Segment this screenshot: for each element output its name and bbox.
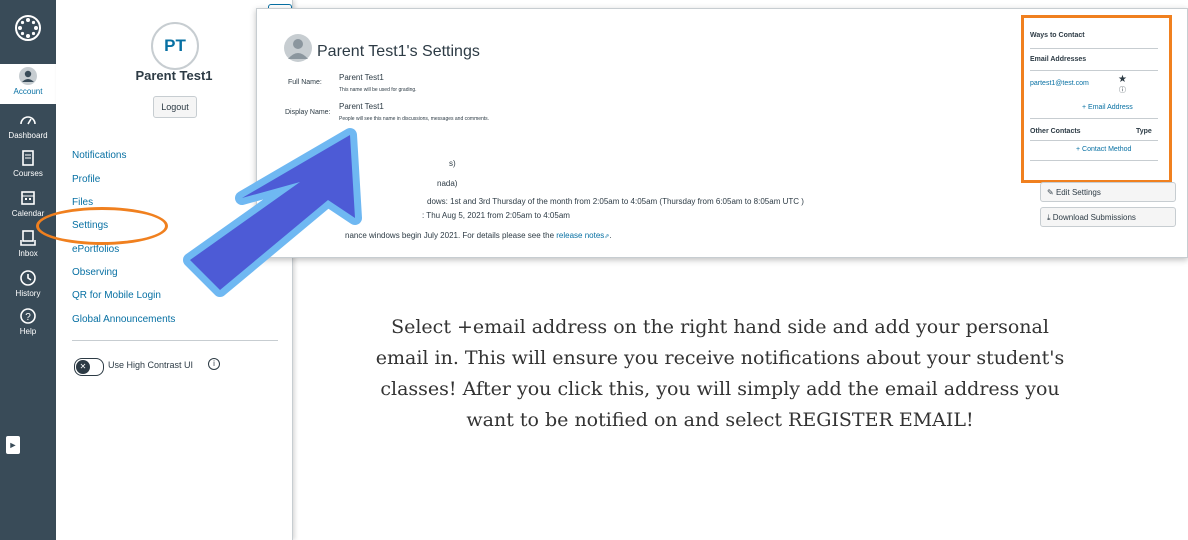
divider xyxy=(1030,160,1158,161)
info-circle-icon: ⓘ xyxy=(1119,87,1126,94)
edit-settings-button[interactable]: ✎ Edit Settings xyxy=(1040,182,1176,202)
divider xyxy=(1030,70,1158,71)
nav-dashboard-label: Dashboard xyxy=(8,131,48,140)
email-addresses-heading: Email Addresses xyxy=(1030,56,1087,63)
divider xyxy=(1030,48,1158,49)
email-address-link[interactable]: partest1@test.com xyxy=(1030,80,1089,87)
nav-inbox-label: Inbox xyxy=(18,249,38,258)
info-icon[interactable]: i xyxy=(208,358,220,370)
nav-calendar[interactable]: Calendar xyxy=(0,188,56,218)
divider xyxy=(72,340,278,341)
page-title: Parent Test1's Settings xyxy=(317,43,480,60)
pencil-icon: ✎ xyxy=(1047,188,1054,197)
dashboard-icon xyxy=(20,116,36,125)
edit-settings-label: Edit Settings xyxy=(1055,188,1101,197)
ways-to-contact-box: Ways to Contact Email Addresses partest1… xyxy=(1021,15,1172,183)
courses-icon xyxy=(22,150,34,166)
help-icon: ? xyxy=(20,308,36,324)
add-contact-method-link[interactable]: + Contact Method xyxy=(1076,146,1131,153)
notice-end: . xyxy=(609,231,612,240)
full-name-value: Parent Test1 xyxy=(339,73,384,82)
global-nav: Account Dashboard Courses Calendar Inbox… xyxy=(0,0,56,540)
settings-highlight-circle xyxy=(36,207,168,245)
nav-calendar-label: Calendar xyxy=(11,209,45,218)
user-icon xyxy=(284,34,312,62)
inbox-icon xyxy=(20,230,36,246)
nav-help-label: Help xyxy=(19,327,37,336)
high-contrast-label: Use High Contrast UI xyxy=(108,360,194,370)
account-icon xyxy=(19,67,37,85)
toggle-off-icon: ✕ xyxy=(76,360,90,374)
download-submissions-button[interactable]: ⤓ Download Submissions xyxy=(1040,207,1176,227)
star-icon[interactable]: ★ xyxy=(1118,74,1127,85)
maintenance-window-text: dows: 1st and 3rd Thursday of the month … xyxy=(427,197,804,206)
nav-account-label: Account xyxy=(13,87,43,96)
nav-account[interactable]: Account xyxy=(0,64,56,104)
ways-to-contact-heading: Ways to Contact xyxy=(1030,32,1085,39)
tray-link-profile[interactable]: Profile xyxy=(72,174,100,185)
nav-dashboard[interactable]: Dashboard xyxy=(0,110,56,140)
tray-link-eportfolios[interactable]: ePortfolios xyxy=(72,244,119,255)
release-notes-link[interactable]: release notes xyxy=(556,231,604,240)
download-icon: ⤓ xyxy=(1047,213,1051,222)
arrow-pointer-icon xyxy=(183,128,362,297)
svg-text:?: ? xyxy=(25,312,31,323)
tray-link-qr-mobile-login[interactable]: QR for Mobile Login xyxy=(72,290,161,301)
avatar[interactable]: PT xyxy=(151,22,199,70)
calendar-icon xyxy=(21,191,35,205)
tray-link-observing[interactable]: Observing xyxy=(72,267,118,278)
canvas-logo-icon[interactable] xyxy=(14,14,42,42)
nav-history[interactable]: History xyxy=(0,268,56,298)
history-icon xyxy=(20,270,36,286)
divider xyxy=(1030,118,1158,119)
nav-help[interactable]: ? Help xyxy=(0,306,56,336)
nav-courses-label: Courses xyxy=(13,169,43,178)
type-heading: Type xyxy=(1136,128,1152,135)
full-name-label: Full Name: xyxy=(288,79,322,86)
instruction-text: Select +email address on the right hand … xyxy=(375,316,1065,431)
nav-history-label: History xyxy=(15,289,41,298)
tray-link-notifications[interactable]: Notifications xyxy=(72,150,126,161)
download-submissions-label: Download Submissions xyxy=(1052,213,1136,222)
nav-courses[interactable]: Courses xyxy=(0,148,56,178)
tray-link-global-announcements[interactable]: Global Announcements xyxy=(72,314,175,325)
expand-nav-button[interactable]: ► xyxy=(6,436,20,454)
high-contrast-toggle[interactable]: ✕ xyxy=(74,358,104,376)
divider xyxy=(1030,140,1158,141)
other-contacts-heading: Other Contacts xyxy=(1030,128,1081,135)
add-email-address-link[interactable]: + Email Address xyxy=(1082,104,1133,111)
